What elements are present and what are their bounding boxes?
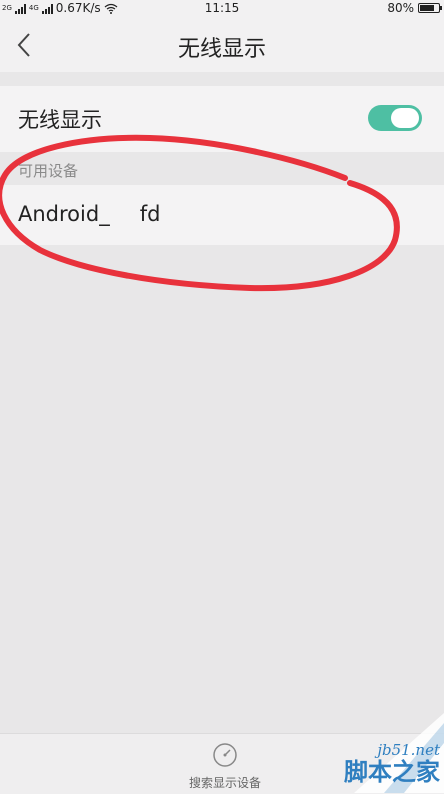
watermark: jb51.net 脚本之家 <box>314 713 444 793</box>
search-devices-button[interactable]: 搜索显示设备 <box>175 742 275 792</box>
device-item[interactable]: Android_ fd <box>0 185 444 245</box>
wireless-display-label: 无线显示 <box>18 108 102 132</box>
wireless-display-toggle[interactable] <box>368 105 422 131</box>
wireless-display-row: 无线显示 <box>0 86 444 152</box>
title-bar: 无线显示 <box>0 18 444 72</box>
battery-icon <box>418 3 442 13</box>
device-name: Android_ fd <box>18 202 161 226</box>
status-right: 80% <box>387 1 442 15</box>
radar-icon <box>213 743 237 767</box>
page-title: 无线显示 <box>177 37 266 62</box>
toggle-knob <box>391 108 419 128</box>
search-devices-label: 搜索显示设备 <box>188 776 261 790</box>
available-devices-header: 可用设备 <box>18 162 79 180</box>
status-bar: 2G 4G 0.67K/s 11:15 80% <box>0 0 444 18</box>
status-time: 11:15 <box>204 1 240 15</box>
watermark-text: 脚本之家 <box>344 758 440 786</box>
battery-percent: 80% <box>387 1 414 15</box>
